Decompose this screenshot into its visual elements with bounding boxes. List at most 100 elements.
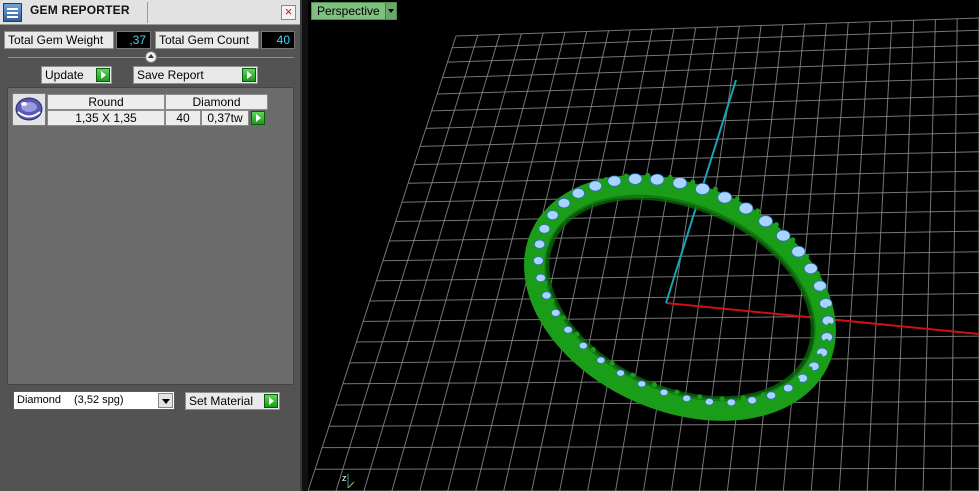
grid-line xyxy=(866,20,893,491)
gem-stone xyxy=(776,229,791,242)
grid-line xyxy=(363,34,501,491)
total-gem-weight-value: ,37 xyxy=(116,31,151,49)
gem-stone xyxy=(541,291,552,300)
view-mode-label: Perspective xyxy=(317,4,380,18)
gem-list: Round Diamond 1,35 X 1,35 40 0,37tw xyxy=(7,87,294,385)
prong xyxy=(804,253,810,259)
axis-gizmo: z xyxy=(342,473,355,489)
grid-line xyxy=(615,27,697,491)
gem-stone xyxy=(546,210,559,221)
green-arrow-icon xyxy=(264,394,278,408)
gem-stone xyxy=(637,380,647,388)
prong xyxy=(623,173,629,179)
prong xyxy=(827,322,833,328)
gem-type-cell: Diamond xyxy=(165,94,268,110)
gem-stone xyxy=(758,215,773,228)
gem-stone xyxy=(571,187,585,199)
prong xyxy=(779,385,785,391)
prong xyxy=(651,382,657,388)
gem-stone xyxy=(550,308,561,317)
gem-stone xyxy=(563,325,573,334)
grid-line xyxy=(315,467,979,470)
material-select[interactable]: Diamond (3,52 spg) xyxy=(13,391,175,410)
gem-reporter-app-icon xyxy=(3,3,22,22)
grid-line xyxy=(726,24,784,491)
green-arrow-icon[interactable] xyxy=(251,111,265,125)
gem-stone xyxy=(726,398,736,407)
app-title: GEM REPORTER xyxy=(30,3,130,17)
3d-viewport[interactable]: z Perspective xyxy=(308,0,979,491)
total-gem-count-label: Total Gem Count xyxy=(155,31,259,49)
collapse-up-icon[interactable] xyxy=(145,51,157,63)
prong xyxy=(549,298,555,304)
gem-stone xyxy=(717,191,733,204)
grid-line xyxy=(670,26,740,491)
title-bar: GEM REPORTER × xyxy=(0,0,300,25)
chevron-down-icon[interactable] xyxy=(158,393,173,408)
grid-line xyxy=(950,18,958,491)
set-material-button-label: Set Material xyxy=(189,394,254,408)
gem-stone xyxy=(596,356,606,364)
prong xyxy=(814,271,820,277)
prong xyxy=(755,208,761,214)
set-material-button[interactable]: Set Material xyxy=(185,392,280,410)
prong xyxy=(741,395,747,401)
grid-line xyxy=(838,21,871,491)
scene-canvas[interactable]: z xyxy=(308,0,979,491)
prong xyxy=(807,366,813,372)
prong xyxy=(609,360,615,366)
title-separator xyxy=(147,2,148,23)
gem-stone xyxy=(791,245,806,258)
prong xyxy=(667,174,673,180)
prong xyxy=(697,394,703,400)
gem-stone xyxy=(738,202,754,215)
gem-size-cell: 1,35 X 1,35 xyxy=(47,110,165,126)
prong xyxy=(794,377,800,383)
gem-stone xyxy=(607,175,622,187)
gem-stone xyxy=(628,173,643,185)
gem-stone xyxy=(535,273,546,283)
ring-band-model[interactable] xyxy=(500,143,861,453)
gem-stone xyxy=(695,183,710,195)
gem-stone xyxy=(766,391,777,400)
save-report-button-label: Save Report xyxy=(137,68,204,82)
gem-stone xyxy=(704,398,714,406)
prong xyxy=(674,389,680,395)
grid-line xyxy=(308,35,457,491)
material-name: Diamond xyxy=(17,394,62,406)
prong xyxy=(826,305,832,311)
view-mode-menu[interactable]: Perspective xyxy=(311,2,397,20)
gem-reporter-panel: GEM REPORTER × Total Gem Weight ,37 Tota… xyxy=(0,0,302,491)
prong xyxy=(822,288,828,294)
grid-line xyxy=(810,22,849,491)
grid-line xyxy=(922,19,936,491)
prong xyxy=(719,396,725,402)
round-gem-icon xyxy=(12,93,46,126)
prong xyxy=(574,331,580,337)
gem-shape-cell: Round xyxy=(47,94,165,110)
prong xyxy=(645,172,651,178)
prong xyxy=(773,222,779,228)
gem-stone xyxy=(532,256,544,266)
gem-weight-cell: 0,37tw xyxy=(201,110,249,126)
gem-stone xyxy=(682,394,692,403)
prong xyxy=(734,196,740,202)
green-arrow-icon xyxy=(242,68,256,82)
grid-line xyxy=(503,30,610,491)
gem-stone xyxy=(616,369,625,377)
material-spec: (3,52 spg) xyxy=(74,394,124,406)
save-report-button[interactable]: Save Report xyxy=(133,66,258,84)
total-gem-count-value: 40 xyxy=(261,31,295,49)
close-button[interactable]: × xyxy=(281,5,296,20)
prong xyxy=(790,237,796,243)
gem-stone xyxy=(533,239,546,249)
chevron-down-icon[interactable] xyxy=(385,3,396,19)
gem-stone xyxy=(538,224,551,234)
gem-stone xyxy=(782,383,794,393)
total-gem-weight-label: Total Gem Weight xyxy=(4,31,114,49)
gem-stone xyxy=(588,180,603,192)
update-button[interactable]: Update xyxy=(41,66,112,84)
prong xyxy=(630,372,636,378)
gem-stone xyxy=(659,388,669,397)
prong xyxy=(761,392,767,398)
